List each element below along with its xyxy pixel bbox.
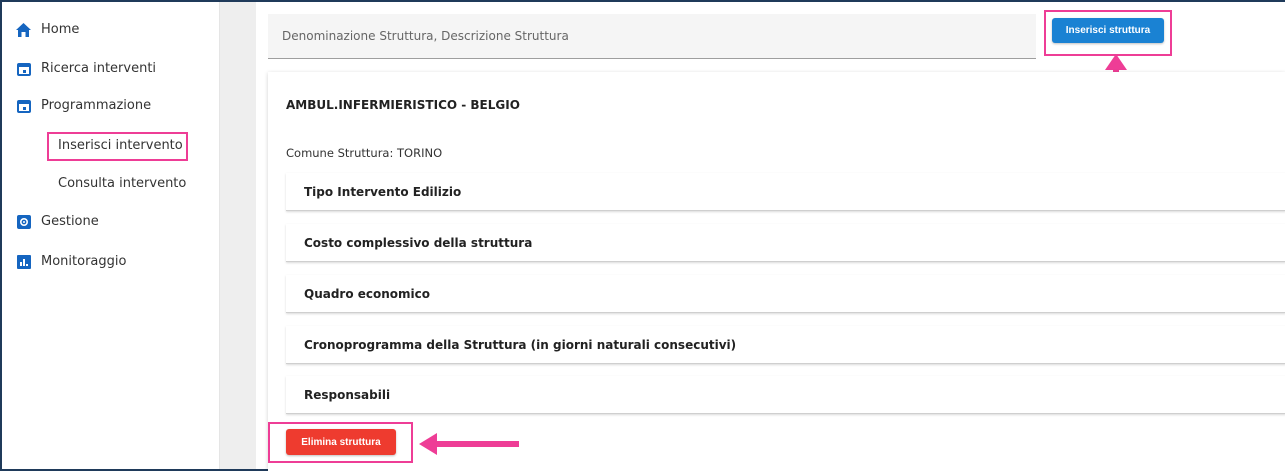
sidebar-subitem-consulta-intervento[interactable]: Consulta intervento — [58, 176, 186, 191]
section-costo-complessivo[interactable]: Costo complessivo della struttura — [286, 224, 1285, 262]
insert-structure-button[interactable]: Inserisci struttura — [1052, 18, 1164, 43]
sidebar-subitem-inserisci-intervento[interactable]: Inserisci intervento — [58, 138, 183, 153]
section-cronoprogramma[interactable]: Cronoprogramma della Struttura (in giorn… — [286, 326, 1285, 364]
search-input[interactable] — [268, 14, 1036, 58]
sidebar-item-label: Ricerca interventi — [41, 61, 157, 76]
sidebar-item-gestione[interactable]: Gestione — [16, 214, 99, 229]
delete-structure-button[interactable]: Elimina struttura — [286, 429, 396, 455]
section-label: Costo complessivo della struttura — [304, 235, 533, 250]
chart-icon — [16, 254, 31, 269]
calendar-icon — [16, 98, 31, 113]
structure-comune: Comune Struttura: TORINO — [286, 146, 443, 160]
main-content: Inserisci struttura AMBUL.INFERMIERISTIC… — [256, 2, 1285, 471]
sidebar-gutter — [220, 2, 256, 469]
sidebar-item-home[interactable]: Home — [16, 22, 79, 37]
sidebar-item-label: Home — [41, 22, 80, 37]
structure-card: AMBUL.INFERMIERISTICO - BELGIO Comune St… — [268, 72, 1285, 471]
sidebar-item-ricerca[interactable]: Ricerca interventi — [16, 61, 156, 76]
sidebar: Home Ricerca interventi Programmazione I… — [2, 2, 220, 469]
structure-title: AMBUL.INFERMIERISTICO - BELGIO — [286, 98, 520, 112]
sidebar-item-label: Programmazione — [41, 98, 152, 113]
annotation-arrow-left-icon — [419, 433, 519, 455]
section-label: Responsabili — [304, 387, 391, 402]
section-tipo-intervento[interactable]: Tipo Intervento Edilizio — [286, 173, 1285, 211]
section-label: Tipo Intervento Edilizio — [304, 184, 462, 199]
search-field[interactable] — [268, 14, 1036, 59]
sidebar-item-monitoraggio[interactable]: Monitoraggio — [16, 254, 126, 269]
sidebar-item-label: Monitoraggio — [41, 254, 127, 269]
section-quadro-economico[interactable]: Quadro economico — [286, 275, 1285, 313]
section-responsabili[interactable]: Responsabili — [286, 376, 1285, 414]
calendar-icon — [16, 61, 31, 76]
sidebar-item-label: Gestione — [41, 214, 99, 229]
section-label: Quadro economico — [304, 286, 431, 301]
home-icon — [16, 22, 31, 37]
settings-icon — [16, 214, 31, 229]
section-label: Cronoprogramma della Struttura (in giorn… — [304, 337, 737, 352]
sidebar-item-programmazione[interactable]: Programmazione — [16, 98, 151, 113]
